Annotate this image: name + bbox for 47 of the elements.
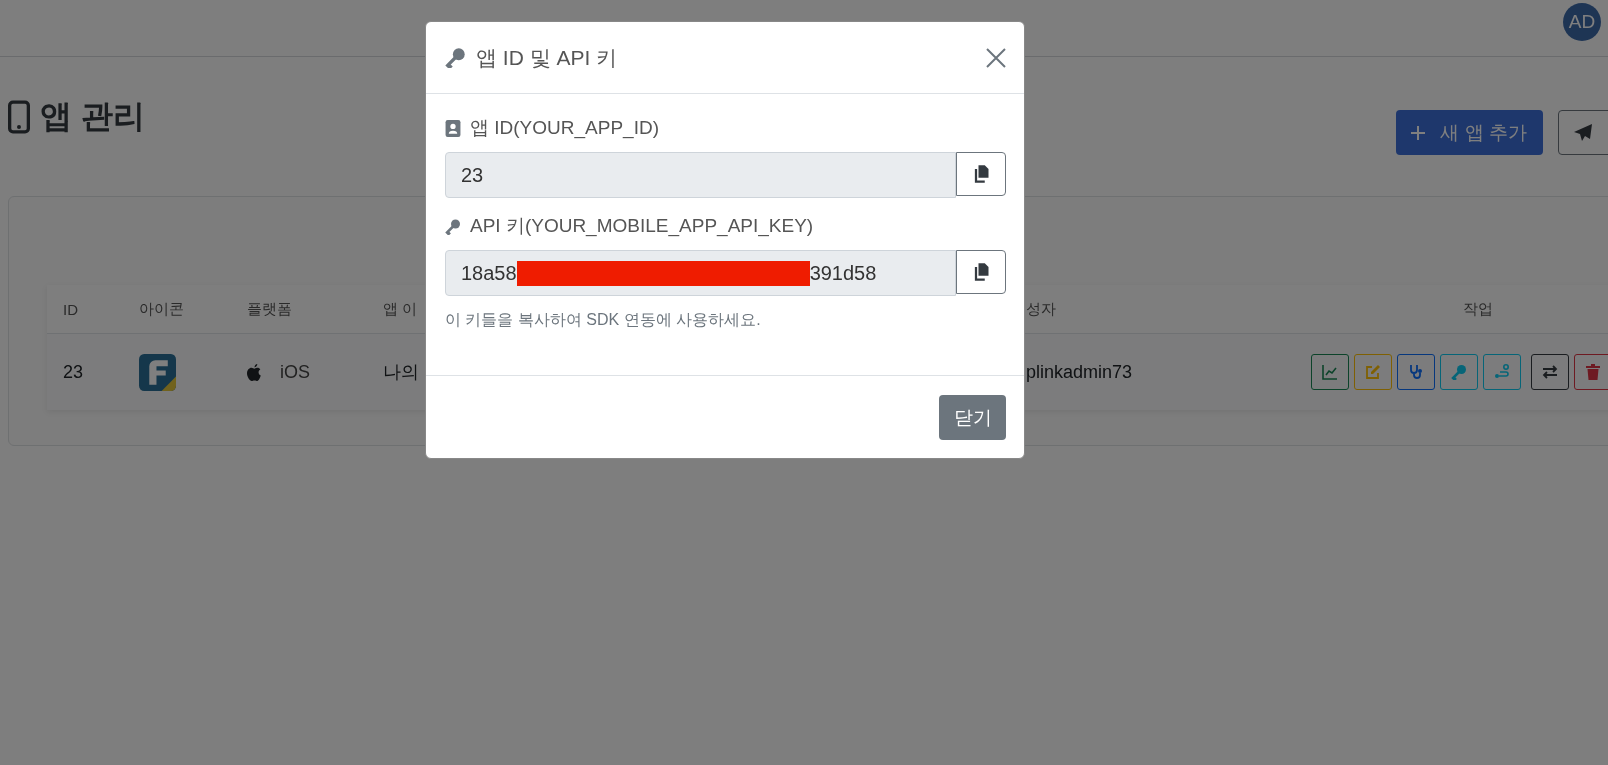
key-icon: [1451, 364, 1467, 380]
input-field[interactable]: 23: [445, 152, 956, 198]
column-header: 작업: [1462, 299, 1494, 319]
keys-button[interactable]: [1440, 354, 1478, 390]
avatar[interactable]: AD: [1563, 3, 1601, 41]
flow-button[interactable]: [1483, 354, 1521, 390]
input-field[interactable]: 18a58 391d58: [445, 250, 956, 296]
platform-label: iOS: [280, 361, 310, 383]
copy-button[interactable]: [956, 152, 1006, 196]
field-value: 18a58: [461, 261, 517, 285]
help-text: 이 키들을 복사하여 SDK 연동에 사용하세요.: [445, 310, 762, 330]
delete-button[interactable]: [1574, 354, 1608, 390]
copy-button[interactable]: [956, 250, 1006, 294]
field-value: 23: [461, 163, 484, 187]
id-card-icon: [445, 119, 461, 137]
column-header: 플랫폼: [246, 299, 293, 319]
close-button[interactable]: [986, 47, 1006, 68]
column-header: 아이콘: [138, 299, 185, 319]
trash-icon: [1585, 364, 1601, 380]
add-app-button[interactable]: 새 앱 추가: [1396, 110, 1543, 155]
paper-plane-icon: [1573, 122, 1593, 143]
field-value: 391d58: [809, 261, 877, 285]
stethoscope-icon: [1408, 364, 1424, 380]
route-icon: [1494, 364, 1510, 380]
table-cell-text: 나의: [382, 361, 420, 384]
swap-arrows-icon: [1542, 364, 1558, 380]
field-label: API 키(YOUR_MOBILE_APP_API_KEY): [470, 214, 814, 239]
apple-icon: [247, 363, 262, 381]
pencil-icon: [1365, 364, 1381, 380]
app-icon: [139, 353, 176, 391]
close-icon: [986, 47, 1006, 68]
table-cell-text: plinkadmin73: [1025, 361, 1134, 383]
column-header: 성자: [1025, 299, 1057, 319]
key-icon: [445, 47, 466, 68]
chart-icon: [1322, 364, 1338, 380]
field-label: 앱 ID(YOUR_APP_ID): [470, 116, 659, 141]
page-title: 앱 관리: [40, 97, 145, 136]
table-cell-text: 23: [62, 361, 85, 383]
column-header: ID: [62, 300, 79, 318]
phone-icon: [8, 100, 30, 134]
transfer-button[interactable]: [1531, 354, 1569, 390]
close-dialog-button[interactable]: 닫기: [939, 395, 1006, 440]
plus-icon: [1410, 124, 1427, 141]
stats-button[interactable]: [1311, 354, 1349, 390]
diagnose-button[interactable]: [1397, 354, 1435, 390]
key-icon: [445, 217, 461, 235]
dialog-title: 앱 ID 및 API 키: [476, 44, 618, 71]
